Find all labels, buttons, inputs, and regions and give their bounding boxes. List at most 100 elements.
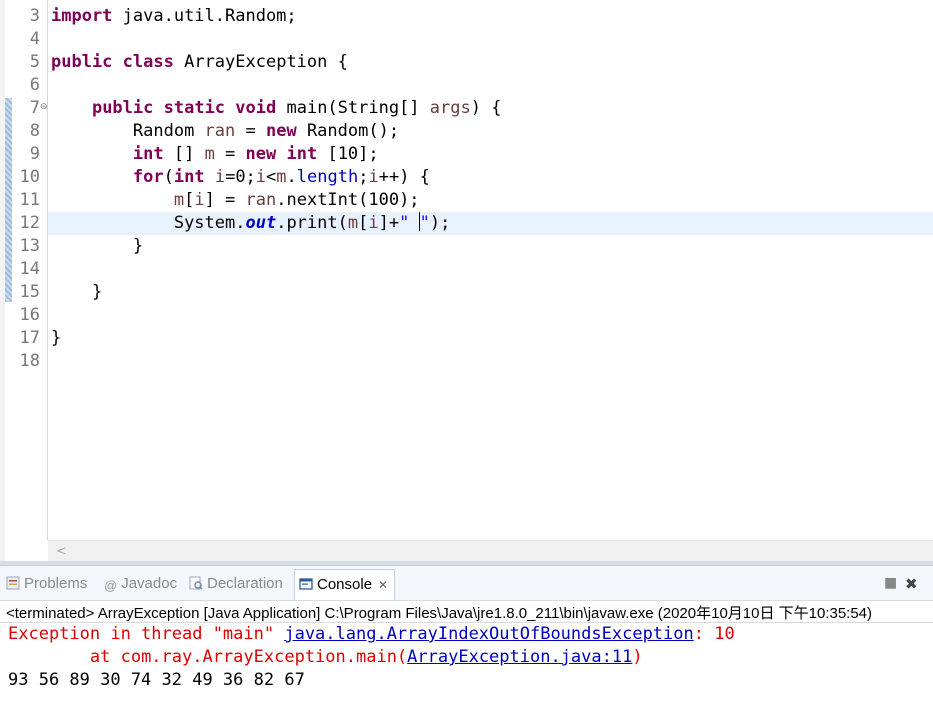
variable: m <box>173 190 185 210</box>
console-panel: Problems @ Javadoc Declaration Console ✕ ■… <box>0 565 933 706</box>
variable: m <box>204 144 215 164</box>
code-text: [ <box>184 190 195 210</box>
line-number: 17 <box>19 328 40 348</box>
gutter-separator <box>47 0 48 540</box>
line-number: 11 <box>19 190 40 210</box>
variable: i <box>214 167 226 187</box>
remove-launch-icon[interactable]: ✖ <box>905 575 918 593</box>
tab-label: Console <box>317 576 373 593</box>
horizontal-scrollbar[interactable]: < <box>48 540 933 562</box>
code-line-3[interactable]: import java.util.Random; <box>51 5 297 28</box>
code-text: < <box>266 167 277 187</box>
code-text: ; <box>358 167 369 187</box>
at-icon: @ <box>104 578 118 593</box>
variable: i <box>368 213 379 233</box>
keyword-static: static <box>163 98 226 118</box>
console-status: <terminated> ArrayException [Java Applic… <box>6 605 873 622</box>
line-number: 6 <box>29 75 40 95</box>
line-number: 10 <box>19 167 40 187</box>
code-text: } <box>91 282 103 302</box>
code-line-7[interactable]: public static void main(String[] args) { <box>51 97 502 120</box>
line-number: 13 <box>19 236 40 256</box>
keyword-public: public <box>91 98 154 118</box>
variable: i <box>368 167 379 187</box>
code-line-8[interactable]: Random ran = new Random(); <box>51 120 399 143</box>
console-error-line-1: Exception in thread "main" java.lang.Arr… <box>8 623 735 646</box>
exception-link[interactable]: java.lang.ArrayIndexOutOfBoundsException <box>284 624 693 644</box>
variable: ran <box>204 121 236 141</box>
tab-label: Declaration <box>207 575 283 592</box>
string-literal: " <box>399 213 420 233</box>
code-line-5[interactable]: public class ArrayException { <box>51 51 348 74</box>
code-line-13[interactable]: } <box>51 235 143 258</box>
minus-circle-icon[interactable]: ⊖ <box>40 102 48 112</box>
code-text: ( <box>163 167 174 187</box>
static-field: out <box>245 213 277 233</box>
variable: i <box>255 167 267 187</box>
code-text: java.util.Random; <box>112 6 297 26</box>
line-number: 18 <box>19 351 40 371</box>
code-text: [ <box>358 213 369 233</box>
code-line-11[interactable]: m[i] = ran.nextInt(100); <box>51 189 420 212</box>
line-number: 14 <box>19 259 40 279</box>
keyword-for: for <box>132 167 164 187</box>
keyword-new: new <box>245 144 277 164</box>
keyword-int: int <box>132 144 164 164</box>
tab-console[interactable]: Console ✕ <box>294 569 396 600</box>
line-number: 9 <box>29 144 40 164</box>
keyword-import: import <box>51 6 113 26</box>
line-number: 7 <box>29 98 40 118</box>
console-text: : 10 <box>693 624 735 644</box>
code-text: ++) { <box>378 167 430 187</box>
code-editor[interactable]: 3 4 5 6 7 8 9 10 11 12 13 14 15 16 17 18… <box>0 0 933 565</box>
code-line-15[interactable]: } <box>51 281 102 304</box>
code-text: ] = <box>204 190 246 210</box>
chevron-left-icon[interactable]: < <box>56 541 67 562</box>
stop-icon[interactable]: ■ <box>884 575 897 591</box>
problems-icon <box>6 575 20 590</box>
variable: m <box>276 167 287 187</box>
code-text: System. <box>173 213 246 233</box>
string-literal: " <box>419 213 430 233</box>
keyword-void: void <box>235 98 277 118</box>
tab-label: Javadoc <box>121 575 178 592</box>
console-text: ) <box>632 647 643 667</box>
console-stdout-line: 93 56 89 30 74 32 49 36 82 67 <box>8 670 305 690</box>
quick-diff-change-bar <box>5 98 12 302</box>
keyword-class: class <box>122 52 174 72</box>
close-icon[interactable]: ✕ <box>378 578 388 592</box>
code-text: Random <box>132 121 205 141</box>
code-line-9[interactable]: int [] m = new int [10]; <box>51 143 379 166</box>
variable: args <box>429 98 471 118</box>
code-text: =0; <box>225 167 256 187</box>
code-line-12[interactable]: System.out.print(m[i]+" "); <box>51 212 450 235</box>
variable: i <box>194 190 205 210</box>
keyword-public: public <box>51 52 113 72</box>
variable: m <box>347 213 359 233</box>
declaration-icon <box>189 575 203 590</box>
line-number: 3 <box>29 6 40 26</box>
keyword-new: new <box>265 121 297 141</box>
code-text: = <box>235 121 266 141</box>
keyword-int: int <box>286 144 318 164</box>
console-text: at com.ray.ArrayException.main( <box>89 647 408 667</box>
tab-declaration[interactable]: Declaration <box>189 573 283 595</box>
field: length <box>296 167 359 187</box>
code-line-17[interactable]: } <box>51 327 61 350</box>
panel-tab-bar: Problems @ Javadoc Declaration Console ✕ ■… <box>0 566 933 601</box>
line-number: 12 <box>19 213 40 233</box>
line-number: 16 <box>19 305 40 325</box>
console-error-line-2: at com.ray.ArrayException.main(ArrayExce… <box>8 646 643 669</box>
code-text: Random(); <box>296 121 400 141</box>
code-text: = <box>214 144 246 164</box>
line-number: 8 <box>29 121 40 141</box>
source-link[interactable]: ArrayException.java:11 <box>407 647 632 667</box>
tab-problems[interactable]: Problems <box>6 573 87 595</box>
line-number: 5 <box>29 52 40 72</box>
code-text: } <box>132 236 144 256</box>
tab-javadoc[interactable]: @ Javadoc <box>104 573 177 595</box>
code-line-10[interactable]: for(int i=0;i<m.length;i++) { <box>51 166 430 189</box>
code-text: . <box>286 167 297 187</box>
code-text: } <box>51 328 62 348</box>
code-text: ]+ <box>378 213 400 233</box>
